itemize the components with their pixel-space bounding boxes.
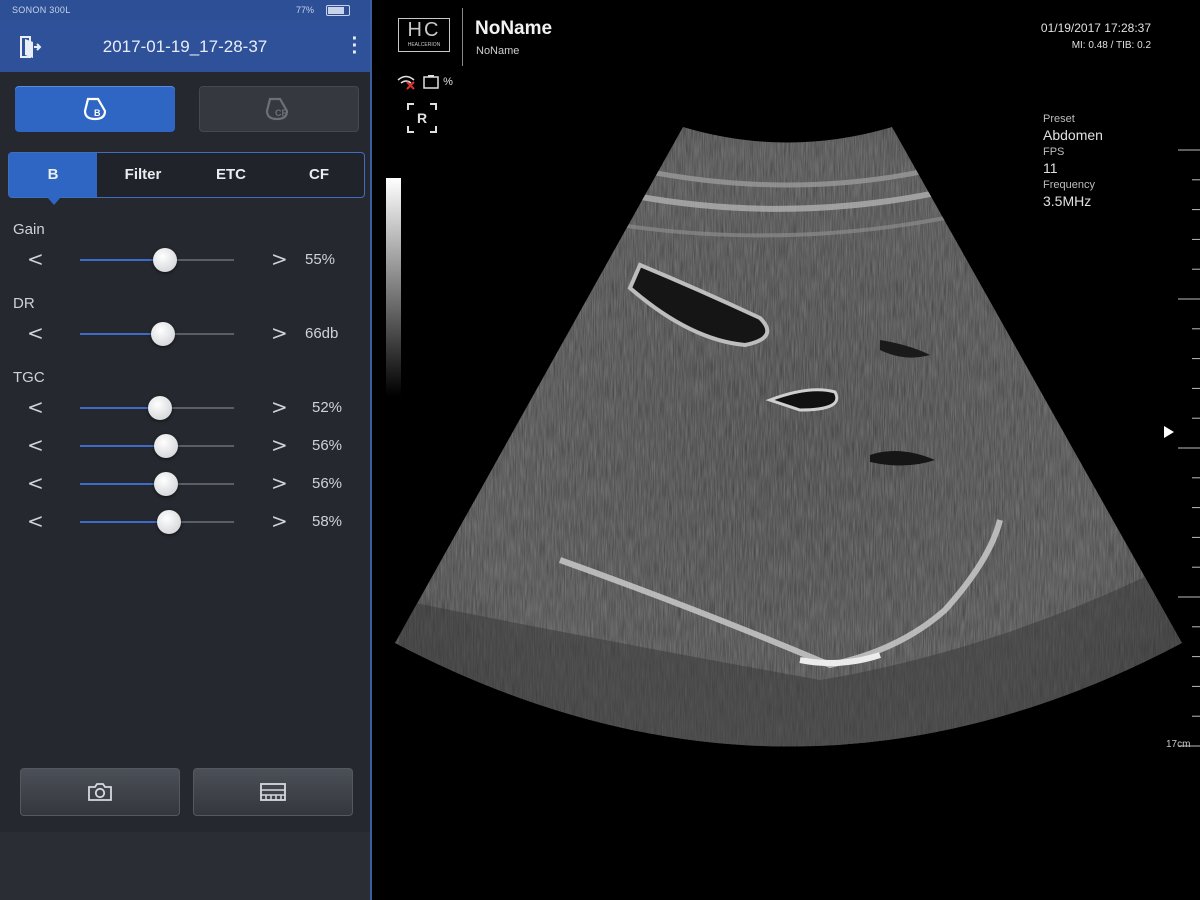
tgc3-decrement-button[interactable]: < bbox=[27, 471, 44, 495]
gain-slider-knob[interactable] bbox=[152, 248, 177, 272]
app-root: SONON 300L 77% 2017-01-19_17-28-37 · · · B… bbox=[0, 0, 1200, 900]
tgc2-decrement-button[interactable]: < bbox=[27, 433, 44, 457]
camera-icon bbox=[88, 783, 112, 801]
svg-text:B: B bbox=[94, 108, 101, 118]
fps-label: FPS bbox=[1043, 146, 1065, 158]
tgc1-value: 52% bbox=[312, 399, 343, 416]
dr-decrement-button[interactable]: < bbox=[27, 321, 44, 345]
gain-slider[interactable] bbox=[80, 248, 234, 272]
focus-marker[interactable] bbox=[1164, 426, 1174, 438]
dr-slider-row: < > 66db bbox=[0, 319, 370, 349]
more-vert-icon[interactable]: · · · bbox=[346, 29, 364, 63]
tgc3-value: 56% bbox=[312, 475, 343, 492]
brand-logo: HC HEALCERION bbox=[398, 18, 450, 52]
title-bar: 2017-01-19_17-28-37 · · · bbox=[0, 20, 370, 72]
gain-slider-row: < > 55% bbox=[0, 245, 370, 275]
gain-increment-button[interactable]: > bbox=[271, 247, 288, 271]
patient-id: NoName bbox=[476, 45, 520, 57]
tgc4-slider-knob[interactable] bbox=[157, 510, 182, 534]
cf-mode-button[interactable]: CF bbox=[199, 86, 359, 132]
tgc-label: TGC bbox=[13, 369, 45, 386]
tgc3-slider-knob[interactable] bbox=[154, 472, 179, 496]
tab-filter[interactable]: Filter bbox=[99, 153, 187, 197]
depth-scale bbox=[1178, 149, 1200, 747]
patient-name[interactable]: NoName bbox=[475, 18, 552, 40]
device-name: SONON 300L bbox=[12, 5, 71, 15]
tab-etc[interactable]: ETC bbox=[187, 153, 275, 197]
system-icons: % bbox=[397, 74, 453, 92]
tgc1-increment-button[interactable]: > bbox=[271, 395, 288, 419]
tgc4-slider[interactable] bbox=[80, 510, 234, 534]
wifi-off-icon bbox=[397, 75, 415, 90]
tgc3-increment-button[interactable]: > bbox=[271, 471, 288, 495]
depth-value: 17cm bbox=[1166, 739, 1191, 750]
capture-button[interactable] bbox=[20, 768, 180, 816]
scan-info: Preset Abdomen FPS 11 Frequency 3.5MHz bbox=[1043, 112, 1103, 211]
dr-label: DR bbox=[13, 295, 35, 312]
battery-percent: 77% bbox=[296, 5, 315, 15]
orientation-marker[interactable]: R bbox=[407, 103, 437, 133]
gain-label: Gain bbox=[13, 221, 45, 238]
tgc4-increment-button[interactable]: > bbox=[271, 509, 288, 533]
dr-increment-button[interactable]: > bbox=[271, 321, 288, 345]
tgc2-increment-button[interactable]: > bbox=[271, 433, 288, 457]
dr-slider[interactable] bbox=[80, 322, 234, 346]
tgc-slider-row-4: < > 58% bbox=[0, 507, 370, 537]
dr-slider-knob[interactable] bbox=[151, 322, 176, 346]
b-mode-icon: B bbox=[83, 97, 107, 121]
gain-value: 55% bbox=[305, 251, 336, 268]
dr-value: 66db bbox=[305, 325, 339, 342]
tgc-slider-row-2: < > 56% bbox=[0, 431, 370, 461]
tgc1-slider-knob[interactable] bbox=[148, 396, 173, 420]
tgc3-slider[interactable] bbox=[80, 472, 234, 496]
probe-battery-icon bbox=[423, 75, 439, 89]
svg-text:CF: CF bbox=[275, 108, 287, 118]
control-panel: SONON 300L 77% 2017-01-19_17-28-37 · · · B… bbox=[0, 0, 372, 900]
cine-save-icon bbox=[260, 783, 286, 801]
scan-datetime: 01/19/2017 17:28:37 bbox=[1040, 21, 1151, 35]
frequency-label: Frequency bbox=[1043, 179, 1095, 191]
tgc-slider-row-1: < > 52% bbox=[0, 393, 370, 423]
tgc-slider-row-3: < > 56% bbox=[0, 469, 370, 499]
tgc4-value: 58% bbox=[312, 513, 343, 530]
tgc1-decrement-button[interactable]: < bbox=[27, 395, 44, 419]
tab-b[interactable]: B bbox=[9, 153, 97, 205]
tab-cf[interactable]: CF bbox=[275, 153, 363, 197]
settings-tabs: B Filter ETC CF bbox=[8, 152, 365, 205]
tgc2-slider-knob[interactable] bbox=[154, 434, 179, 458]
frequency-value: 3.5MHz bbox=[1043, 193, 1092, 209]
session-title: 2017-01-19_17-28-37 bbox=[102, 37, 268, 56]
battery-icon bbox=[326, 5, 350, 16]
grayscale-bar bbox=[386, 178, 401, 396]
b-mode-button[interactable]: B bbox=[15, 86, 175, 132]
preset-label: Preset bbox=[1043, 113, 1075, 125]
tgc1-slider[interactable] bbox=[80, 396, 234, 420]
mi-tib-readout: MI: 0.48 / TIB: 0.2 bbox=[1071, 40, 1151, 51]
header-divider bbox=[462, 8, 463, 66]
gain-decrement-button[interactable]: < bbox=[27, 247, 44, 271]
status-bar: SONON 300L 77% bbox=[0, 0, 370, 20]
cine-save-button[interactable] bbox=[193, 768, 353, 816]
probe-battery-percent: % bbox=[443, 76, 453, 88]
cf-mode-icon: CF bbox=[265, 97, 289, 121]
tgc2-value: 56% bbox=[312, 437, 343, 454]
preset-value: Abdomen bbox=[1043, 127, 1103, 143]
tgc4-decrement-button[interactable]: < bbox=[27, 509, 44, 533]
panel-footer bbox=[0, 832, 370, 900]
fps-value: 11 bbox=[1043, 160, 1058, 176]
tgc2-slider[interactable] bbox=[80, 434, 234, 458]
